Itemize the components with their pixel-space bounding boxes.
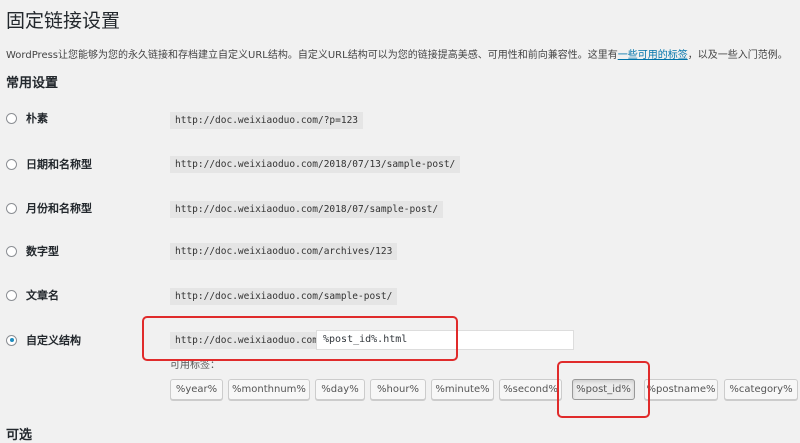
tag-day-button[interactable]: %day% — [315, 379, 365, 400]
common-settings-title: 常用设置 — [6, 76, 59, 91]
custom-structure-input[interactable]: %post_id%.html — [316, 330, 574, 350]
option-plain-label: 朴素 — [26, 112, 48, 125]
optional-title: 可选 — [6, 428, 33, 443]
tag-second-button[interactable]: %second% — [499, 379, 562, 400]
example-url-day-name: http://doc.weixiaoduo.com/2018/07/13/sam… — [170, 156, 461, 173]
radio-plain[interactable] — [6, 112, 17, 124]
radio-post-name[interactable] — [6, 289, 17, 301]
example-url-post-name: http://doc.weixiaoduo.com/sample-post/ — [170, 288, 398, 305]
option-month-name-label: 月份和名称型 — [26, 202, 92, 215]
option-plain[interactable]: 朴素 — [6, 108, 48, 128]
intro-paragraph: WordPress让您能够为您的永久链接和存档建立自定义URL结构。自定义URL… — [6, 46, 788, 61]
option-numeric[interactable]: 数字型 — [6, 241, 59, 261]
option-numeric-label: 数字型 — [26, 245, 59, 258]
tag-monthnum-button[interactable]: %monthnum% — [228, 379, 310, 400]
radio-month-name[interactable] — [6, 202, 17, 214]
radio-day-name[interactable] — [6, 158, 17, 170]
available-tags-label: 可用标签： — [170, 360, 220, 371]
tag-hour-button[interactable]: %hour% — [370, 379, 426, 400]
tag-year-button[interactable]: %year% — [170, 379, 223, 400]
option-month-name[interactable]: 月份和名称型 — [6, 198, 92, 218]
option-custom-structure[interactable]: 自定义结构 — [6, 330, 81, 350]
option-post-name[interactable]: 文章名 — [6, 285, 59, 305]
example-url-plain: http://doc.weixiaoduo.com/?p=123 — [170, 112, 364, 129]
available-tags-link[interactable]: 一些可用的标签 — [618, 50, 688, 61]
radio-custom-structure[interactable] — [6, 334, 17, 346]
intro-suffix: ，以及一些入门范例。 — [687, 50, 788, 61]
radio-numeric[interactable] — [6, 245, 17, 257]
custom-structure-base-url: http://doc.weixiaoduo.com — [170, 332, 323, 349]
tag-postname-button[interactable]: %postname% — [644, 379, 718, 400]
option-post-name-label: 文章名 — [26, 289, 59, 302]
tag-post-id-button[interactable]: %post_id% — [572, 379, 635, 400]
tag-category-button[interactable]: %category% — [724, 379, 798, 400]
tag-minute-button[interactable]: %minute% — [431, 379, 494, 400]
option-custom-structure-label: 自定义结构 — [26, 334, 81, 347]
intro-text: WordPress让您能够为您的永久链接和存档建立自定义URL结构。自定义URL… — [6, 50, 618, 61]
page-title: 固定链接设置 — [6, 10, 121, 32]
option-day-name-label: 日期和名称型 — [26, 158, 92, 171]
example-url-numeric: http://doc.weixiaoduo.com/archives/123 — [170, 243, 398, 260]
example-url-month-name: http://doc.weixiaoduo.com/2018/07/sample… — [170, 201, 444, 218]
option-day-name[interactable]: 日期和名称型 — [6, 154, 92, 174]
